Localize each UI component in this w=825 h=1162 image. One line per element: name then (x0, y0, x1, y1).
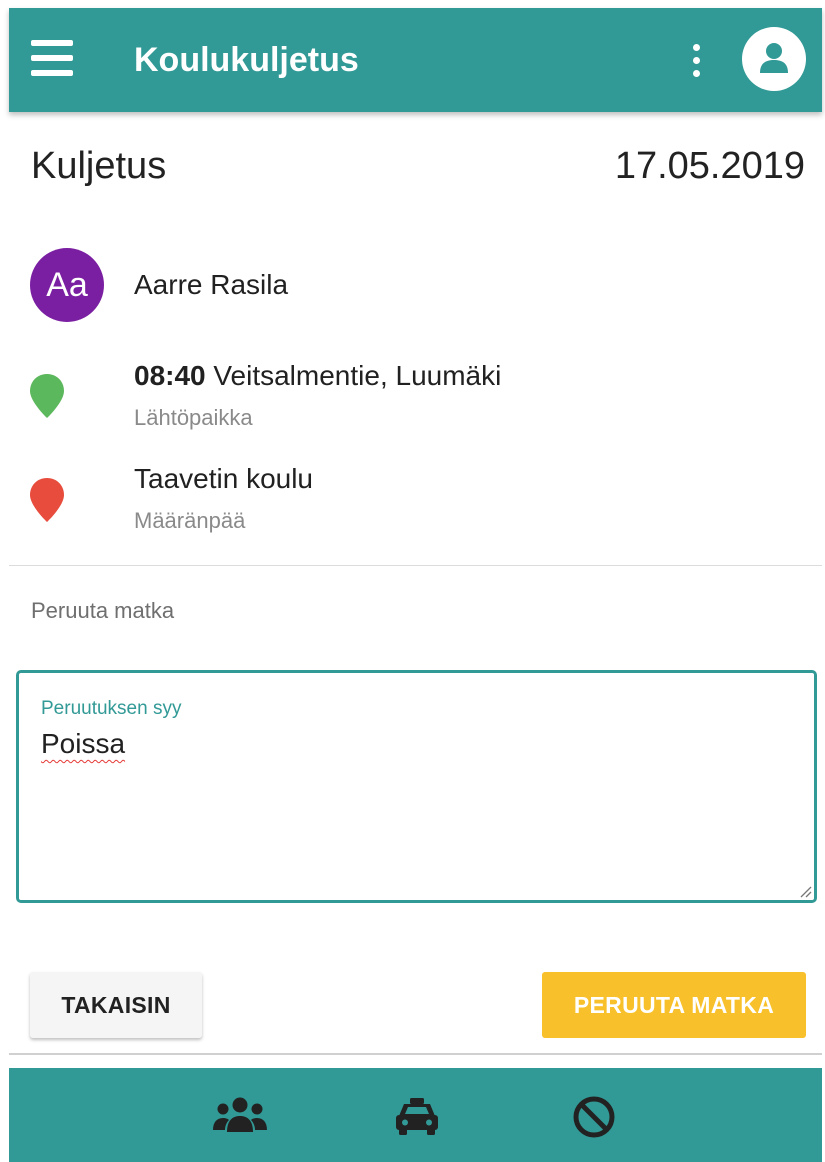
origin-place: Veitsalmentie, Luumäki (213, 360, 502, 391)
cancel-trip-button[interactable]: PERUUTA MATKA (542, 972, 806, 1038)
section-divider (9, 565, 822, 566)
destination-place: Taavetin koulu (134, 463, 314, 494)
taxi-icon (396, 1098, 438, 1135)
origin-pin-icon (30, 374, 64, 418)
hamburger-menu-icon[interactable] (31, 40, 75, 80)
nav-item-cancelled[interactable] (564, 1094, 624, 1140)
more-vertical-icon[interactable] (685, 44, 709, 80)
destination-pin-icon (30, 478, 64, 522)
trip-date: 17.05.2019 (614, 145, 805, 187)
app-title: Koulukuljetus (134, 41, 359, 79)
nav-item-passengers[interactable] (210, 1094, 270, 1140)
top-app-bar: Koulukuljetus (9, 8, 822, 112)
cancel-reason-input[interactable]: Poissa (39, 725, 798, 875)
back-button[interactable]: TAKAISIN (30, 972, 202, 1038)
cancel-reason-field: Peruutuksen syy Poissa (16, 670, 817, 903)
bottom-navigation (9, 1068, 822, 1162)
passenger-avatar: Aa (30, 248, 104, 322)
app-frame: Koulukuljetus Kuljetus 17.05.2019 Aa Aar… (0, 0, 825, 1162)
origin-label: Lähtöpaikka (134, 405, 253, 430)
nav-item-taxi[interactable] (387, 1094, 447, 1140)
destination-label: Määränpää (134, 508, 246, 533)
origin-time: 08:40 (134, 360, 206, 391)
users-icon (213, 1097, 267, 1132)
ban-icon (573, 1096, 615, 1138)
cancel-section-title: Peruuta matka (31, 598, 175, 623)
origin-line: 08:40 Veitsalmentie, Luumäki (134, 357, 501, 395)
resize-grip-icon[interactable] (798, 884, 812, 898)
footer-divider (9, 1053, 822, 1055)
cancel-reason-label: Peruutuksen syy (41, 698, 182, 719)
page-title: Kuljetus (31, 145, 167, 187)
user-icon (760, 43, 788, 73)
user-account-button[interactable] (742, 27, 806, 91)
passenger-name: Aarre Rasila (134, 269, 289, 300)
